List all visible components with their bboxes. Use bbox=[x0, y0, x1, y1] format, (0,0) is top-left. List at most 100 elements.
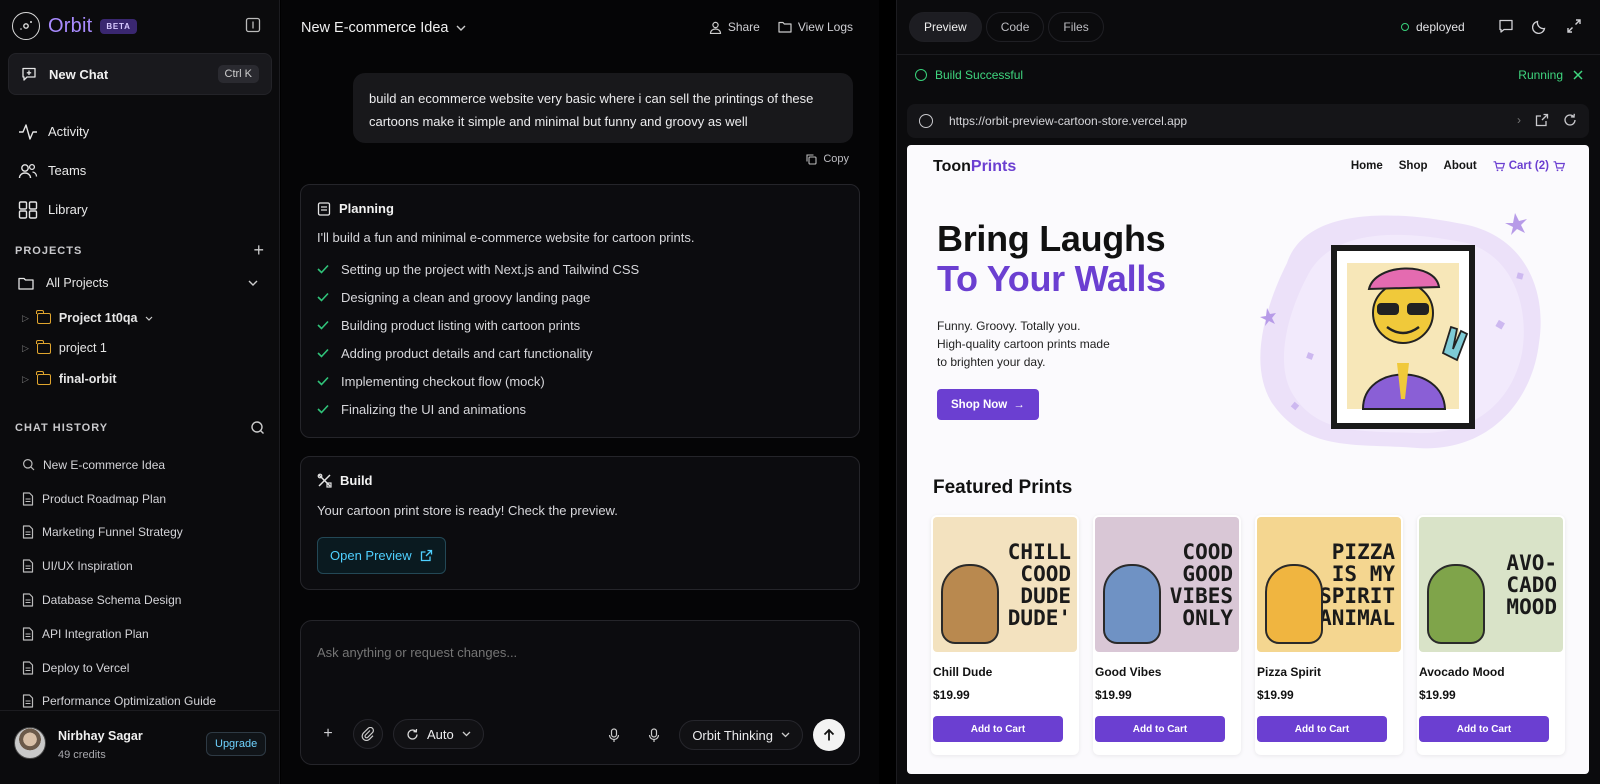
site-nav-home[interactable]: Home bbox=[1351, 160, 1383, 172]
microphone-icon[interactable] bbox=[599, 720, 629, 750]
deploy-status-label: deployed bbox=[1416, 20, 1465, 34]
history-item[interactable]: API Integration Plan bbox=[22, 617, 272, 651]
print-caption-line: DUDE' bbox=[1007, 605, 1071, 630]
product-image[interactable]: COOD GOOD VIBES ONLY bbox=[1095, 517, 1239, 652]
build-success-label: Build Successful bbox=[935, 68, 1024, 82]
chevron-down-icon bbox=[456, 25, 466, 31]
open-preview-label: Open Preview bbox=[330, 548, 412, 563]
app-root: Orbit BETA New Chat Ctrl K Activity Team… bbox=[0, 0, 1600, 784]
attach-icon[interactable] bbox=[353, 719, 383, 749]
project-label: Project 1t0qa bbox=[58, 311, 138, 325]
project-item[interactable]: ▷ project 1 bbox=[22, 339, 107, 355]
site-nav-shop[interactable]: Shop bbox=[1399, 160, 1428, 172]
shop-now-button[interactable]: Shop Now → bbox=[937, 389, 1039, 420]
prompt-input[interactable] bbox=[317, 645, 837, 660]
product-card[interactable]: COOD GOOD VIBES ONLY Good Vibes $19.99 Add to … bbox=[1093, 515, 1241, 755]
product-name: Good Vibes bbox=[1095, 665, 1162, 679]
sidebar: Orbit BETA New Chat Ctrl K Activity Team… bbox=[0, 0, 280, 784]
chevron-right-icon[interactable]: › bbox=[1517, 113, 1521, 127]
chevron-down-icon bbox=[781, 732, 790, 738]
avatar[interactable] bbox=[14, 727, 46, 759]
open-external-icon[interactable] bbox=[1535, 113, 1549, 127]
copy-button[interactable]: Copy bbox=[806, 153, 849, 165]
search-history-icon[interactable] bbox=[250, 420, 265, 435]
sidebar-item-activity[interactable]: Activity bbox=[18, 112, 268, 151]
build-status-bar: Build Successful Running bbox=[897, 54, 1600, 96]
send-button[interactable] bbox=[813, 719, 845, 751]
close-icon[interactable] bbox=[1573, 70, 1583, 80]
cart-label: Cart (2) bbox=[1508, 160, 1549, 172]
project-item[interactable]: ▷ Project 1t0qa bbox=[22, 309, 153, 325]
product-image[interactable]: CHILL COOD DUDE DUDE' bbox=[933, 517, 1077, 652]
history-item[interactable]: Product Roadmap Plan bbox=[22, 482, 272, 516]
history-item[interactable]: Database Schema Design bbox=[22, 583, 272, 617]
site-logo-b: Prints bbox=[970, 158, 1017, 175]
user-icon bbox=[709, 21, 722, 34]
hero-artwork bbox=[1247, 203, 1547, 463]
product-card[interactable]: AVO- CADO MOOD Avocado Mood $19.99 Add to Car… bbox=[1417, 515, 1565, 755]
upgrade-button[interactable]: Upgrade bbox=[206, 732, 267, 756]
url-bar[interactable]: https://orbit-preview-cartoon-store.verc… bbox=[907, 104, 1589, 138]
brand[interactable]: Orbit BETA bbox=[12, 12, 137, 40]
document-icon bbox=[22, 593, 34, 607]
moon-icon[interactable] bbox=[1532, 18, 1548, 34]
add-to-cart-button[interactable]: Add to Cart bbox=[1095, 716, 1225, 742]
reload-icon[interactable] bbox=[1563, 113, 1577, 127]
tab-code[interactable]: Code bbox=[985, 12, 1045, 42]
tab-preview[interactable]: Preview bbox=[909, 12, 982, 42]
add-project-icon[interactable]: + bbox=[253, 240, 265, 261]
panel-icons bbox=[1498, 18, 1582, 34]
add-to-cart-button[interactable]: Add to Cart bbox=[1257, 716, 1387, 742]
hero-framed-print-illustration bbox=[1260, 213, 1541, 449]
copy-icon bbox=[806, 153, 817, 165]
add-attachment-icon[interactable]: + bbox=[313, 719, 343, 749]
history-item[interactable]: New E-commerce Idea bbox=[22, 448, 272, 482]
voice-icon[interactable] bbox=[639, 720, 669, 750]
chat-history-label: CHAT HISTORY bbox=[15, 421, 109, 434]
planning-step: Implementing checkout flow (mock) bbox=[317, 367, 843, 395]
planning-step-label: Building product listing with cartoon pr… bbox=[341, 317, 581, 333]
document-icon bbox=[22, 694, 34, 709]
url-text[interactable]: https://orbit-preview-cartoon-store.verc… bbox=[949, 114, 1187, 128]
print-caption-line: SPIRIT bbox=[1319, 583, 1395, 608]
chat-title-dropdown[interactable]: New E-commerce Idea bbox=[301, 20, 466, 36]
chat-bubble-icon[interactable] bbox=[1498, 18, 1514, 34]
add-to-cart-button[interactable]: Add to Cart bbox=[1419, 716, 1549, 742]
site-logo[interactable]: ToonPrints bbox=[933, 158, 1016, 176]
sidebar-toggle-icon[interactable] bbox=[245, 17, 261, 33]
sidebar-item-teams[interactable]: Teams bbox=[18, 151, 268, 190]
expand-icon[interactable] bbox=[1566, 18, 1582, 34]
mode-selector[interactable]: Auto bbox=[393, 719, 484, 749]
project-item[interactable]: ▷ final-orbit bbox=[22, 370, 117, 386]
project-label: project 1 bbox=[58, 341, 107, 355]
folder-icon bbox=[36, 309, 51, 324]
new-chat-button[interactable]: New Chat Ctrl K bbox=[8, 53, 272, 95]
history-item[interactable]: Deploy to Vercel bbox=[22, 651, 272, 685]
product-image[interactable]: AVO- CADO MOOD bbox=[1419, 517, 1563, 652]
product-image[interactable]: PIZZA IS MY SPIRIT ANIMAL bbox=[1257, 517, 1401, 652]
document-icon bbox=[22, 661, 34, 675]
product-card[interactable]: CHILL COOD DUDE DUDE' Chill Dude $19.99 Add to… bbox=[931, 515, 1079, 755]
product-card[interactable]: PIZZA IS MY SPIRIT ANIMAL Pizza Spirit $19.99… bbox=[1255, 515, 1403, 755]
history-item-label: Product Roadmap Plan bbox=[42, 491, 167, 506]
new-chat-icon bbox=[21, 66, 37, 82]
tab-files[interactable]: Files bbox=[1048, 12, 1104, 42]
add-to-cart-button[interactable]: Add to Cart bbox=[933, 716, 1063, 742]
planning-intro: I'll build a fun and minimal e-commerce … bbox=[317, 230, 695, 245]
site-nav-cart[interactable]: Cart (2) bbox=[1493, 160, 1565, 172]
all-projects-toggle[interactable]: All Projects bbox=[18, 276, 258, 290]
composer: + Auto Orbit Thinking bbox=[300, 620, 860, 765]
product-price: $19.99 bbox=[1257, 688, 1294, 702]
check-icon bbox=[317, 404, 331, 414]
sidebar-item-library[interactable]: Library bbox=[18, 190, 268, 229]
product-name: Avocado Mood bbox=[1419, 665, 1505, 679]
view-logs-button[interactable]: View Logs bbox=[778, 20, 853, 34]
share-button[interactable]: Share bbox=[709, 20, 760, 34]
open-preview-button[interactable]: Open Preview bbox=[317, 537, 446, 574]
history-item[interactable]: Marketing Funnel Strategy bbox=[22, 516, 272, 550]
model-selector[interactable]: Orbit Thinking bbox=[679, 720, 803, 750]
sidebar-item-label: Library bbox=[48, 202, 88, 217]
site-nav-about[interactable]: About bbox=[1444, 160, 1477, 172]
history-item[interactable]: UI/UX Inspiration bbox=[22, 549, 272, 583]
print-caption-line: IS MY bbox=[1331, 561, 1395, 586]
